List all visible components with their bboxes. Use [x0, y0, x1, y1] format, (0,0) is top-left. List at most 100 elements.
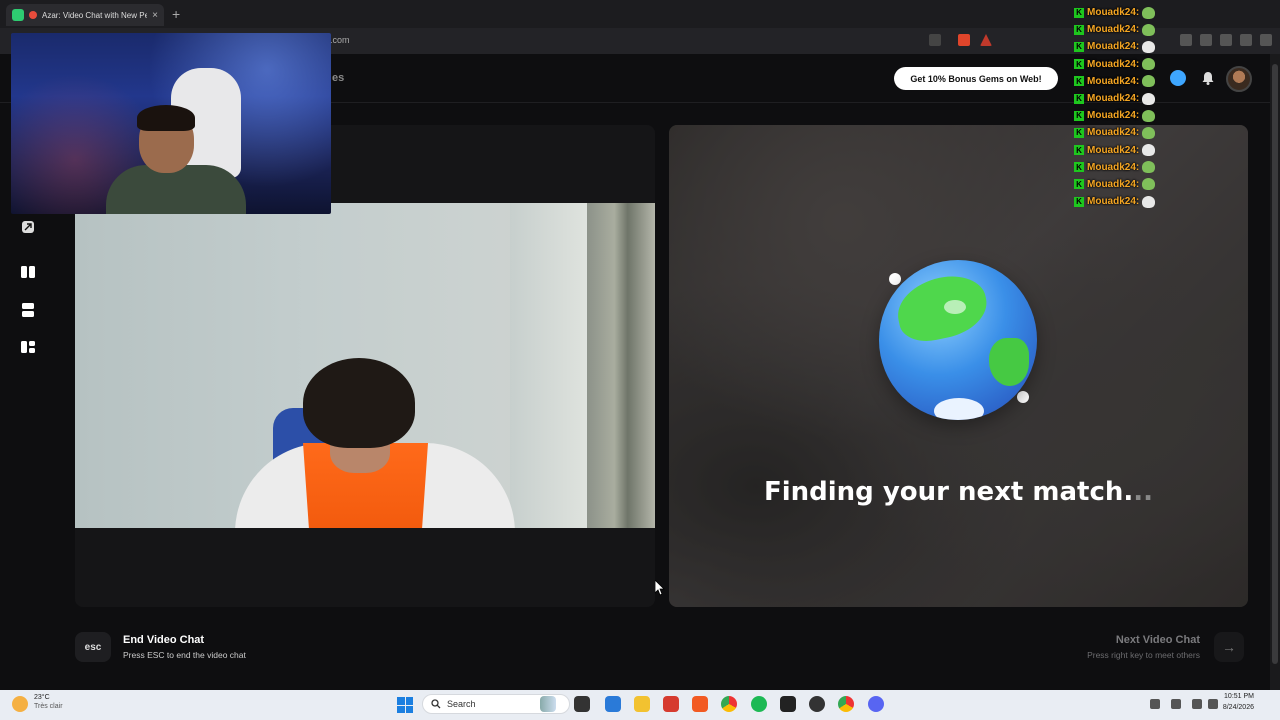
volume-icon[interactable] [1208, 699, 1218, 709]
chat-message: K Mouadk24: [1074, 107, 1174, 124]
esc-key-button[interactable]: esc [75, 632, 111, 662]
weather-icon[interactable] [12, 696, 28, 712]
emote-icon [1142, 75, 1156, 88]
kick-badge-icon: K [1074, 179, 1084, 190]
emote-icon [1142, 92, 1156, 105]
discord-icon[interactable] [868, 696, 884, 712]
url-text[interactable]: .com [330, 35, 350, 45]
window-image [587, 203, 655, 528]
chat-username: Mouadk24: [1087, 144, 1140, 156]
expand-icon[interactable] [20, 219, 36, 235]
matching-status: Finding your next match... [669, 477, 1248, 507]
browser-tab[interactable]: Azar: Video Chat with New Pe × [6, 4, 164, 26]
terminal-icon[interactable] [780, 696, 796, 712]
kick-badge-icon: K [1074, 24, 1084, 35]
emote-icon [1142, 109, 1156, 122]
chat-message: K Mouadk24: [1074, 176, 1174, 193]
vpn-icon[interactable] [1240, 34, 1252, 46]
kick-badge-icon: K [1074, 41, 1084, 52]
brave-shield-icon[interactable] [958, 34, 970, 46]
chat-username: Mouadk24: [1087, 75, 1140, 87]
windows-start-icon[interactable] [397, 697, 413, 713]
obs-icon[interactable] [809, 696, 825, 712]
next-arrow-button[interactable]: → [1214, 632, 1244, 662]
sidebar-toggle-icon[interactable] [1180, 34, 1192, 46]
end-video-chat-hint: Press ESC to end the video chat [123, 650, 246, 660]
spotify-icon[interactable] [751, 696, 767, 712]
chat-username: Mouadk24: [1087, 110, 1140, 122]
next-video-chat-title[interactable]: Next Video Chat [1116, 634, 1200, 646]
kick-badge-icon: K [1074, 59, 1084, 70]
layout-side-by-side-icon[interactable] [20, 264, 36, 280]
chat-message: K Mouadk24: [1074, 21, 1174, 38]
chat-username: Mouadk24: [1087, 178, 1140, 190]
microphone-icon[interactable] [1171, 699, 1181, 709]
sparkle-icon [889, 273, 901, 285]
nav-item-partial[interactable]: es [332, 72, 344, 84]
chat-message: K Mouadk24: [1074, 73, 1174, 90]
chat-message: K Mouadk24: [1074, 38, 1174, 55]
emote-icon [1142, 178, 1156, 191]
emote-icon [1142, 195, 1156, 208]
next-video-chat-hint: Press right key to meet others [1087, 650, 1200, 660]
azar-favicon-icon [12, 9, 24, 21]
emote-icon [1142, 58, 1156, 71]
cast-icon[interactable] [929, 34, 941, 46]
file-explorer-icon[interactable] [634, 696, 650, 712]
tray-overflow-icon[interactable] [1150, 699, 1160, 709]
ai-icon[interactable] [1220, 34, 1232, 46]
layout-stacked-icon[interactable] [20, 302, 36, 318]
chat-username: Mouadk24: [1087, 41, 1140, 53]
wallet-icon[interactable] [1200, 34, 1212, 46]
chrome-icon[interactable] [721, 696, 737, 712]
chat-username: Mouadk24: [1087, 58, 1140, 70]
menu-icon[interactable] [1260, 34, 1272, 46]
stream-chat-overlay: K Mouadk24: K Mouadk24: K Mouadk24: K Mouadk24:… [1074, 4, 1174, 210]
chat-message: K Mouadk24: [1074, 142, 1174, 159]
scrollbar-thumb[interactable] [1272, 64, 1278, 664]
emote-icon [1142, 40, 1156, 53]
kick-badge-icon: K [1074, 110, 1084, 121]
kick-badge-icon: K [1074, 127, 1084, 138]
mouse-cursor-icon [654, 579, 665, 596]
emote-icon [1142, 23, 1156, 36]
widgets-icon[interactable] [605, 696, 621, 712]
sparkle-icon [1017, 391, 1029, 403]
bell-icon[interactable] [1200, 70, 1216, 86]
chat-username: Mouadk24: [1087, 196, 1140, 208]
kick-badge-icon: K [1074, 7, 1084, 18]
chat-message: K Mouadk24: [1074, 56, 1174, 73]
new-tab-button[interactable]: + [172, 6, 180, 22]
chat-username: Mouadk24: [1087, 93, 1140, 105]
brave-browser-icon[interactable] [692, 696, 708, 712]
tab-close-icon[interactable]: × [152, 10, 158, 21]
chat-username: Mouadk24: [1087, 24, 1140, 36]
avatar[interactable] [1226, 66, 1252, 92]
clock-time[interactable]: 10:51 PM [1224, 693, 1254, 700]
chat-message: K Mouadk24: [1074, 4, 1174, 21]
matching-status-text: Finding your next match. [763, 477, 1134, 507]
chat-username: Mouadk24: [1087, 161, 1140, 173]
layout-grid-icon[interactable] [20, 339, 36, 355]
chat-message: K Mouadk24: [1074, 124, 1174, 141]
kick-badge-icon: K [1074, 93, 1084, 104]
emote-icon [1142, 144, 1156, 157]
network-icon[interactable] [1192, 699, 1202, 709]
chrome-profile-icon[interactable] [838, 696, 854, 712]
bonus-gems-button[interactable]: Get 10% Bonus Gems on Web! [894, 67, 1058, 90]
end-video-chat-title[interactable]: End Video Chat [123, 634, 204, 646]
search-highlight-icon [540, 696, 556, 712]
chat-message: K Mouadk24: [1074, 90, 1174, 107]
kick-badge-icon: K [1074, 162, 1084, 173]
task-view-icon[interactable] [574, 696, 590, 712]
weather-temperature[interactable]: 23°C [34, 694, 50, 701]
clock-date[interactable]: 8/24/2026 [1223, 704, 1254, 711]
search-icon [431, 699, 441, 709]
recording-icon [29, 11, 37, 19]
chat-username: Mouadk24: [1087, 7, 1140, 19]
globe-icon [879, 260, 1037, 420]
page-scrollbar[interactable] [1270, 54, 1280, 690]
weather-description[interactable]: Très clair [34, 703, 63, 710]
chat-message: K Mouadk24: [1074, 193, 1174, 210]
calendar-app-icon[interactable] [663, 696, 679, 712]
